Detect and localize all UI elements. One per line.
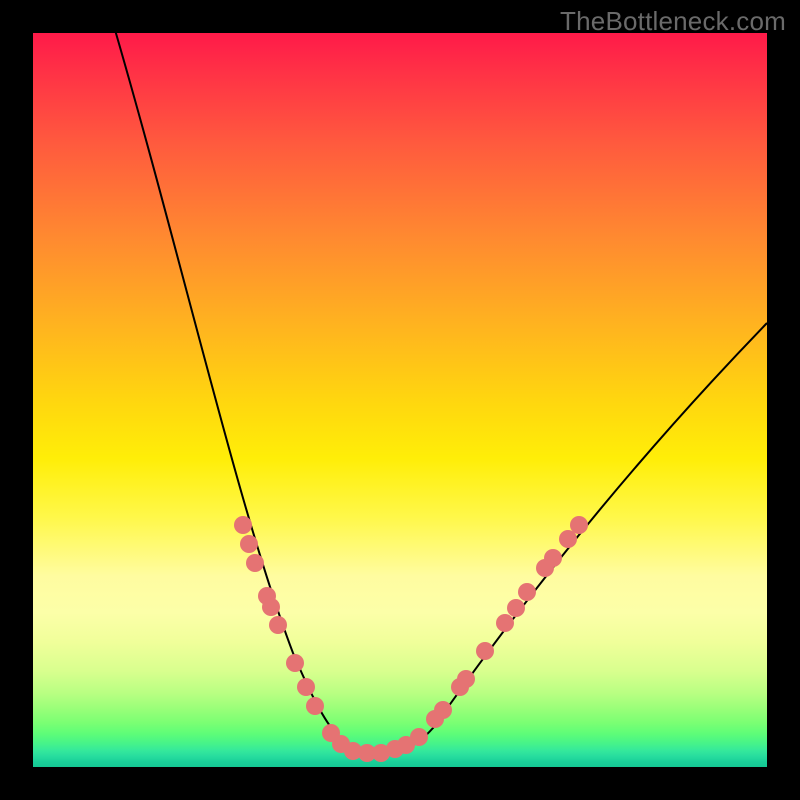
highlight-dot [234, 516, 252, 534]
highlight-dot [286, 654, 304, 672]
highlight-dot [297, 678, 315, 696]
highlight-dot [570, 516, 588, 534]
highlight-dot [544, 549, 562, 567]
highlight-dot [306, 697, 324, 715]
highlight-dot [507, 599, 525, 617]
chart-plot-area [33, 33, 767, 767]
highlight-dot [496, 614, 514, 632]
highlight-dot [262, 598, 280, 616]
bottleneck-curve [113, 23, 767, 753]
highlight-dot [434, 701, 452, 719]
highlight-dot [518, 583, 536, 601]
highlight-dot [246, 554, 264, 572]
highlight-dot [476, 642, 494, 660]
chart-svg [33, 33, 767, 767]
highlight-dot [559, 530, 577, 548]
highlight-dot [269, 616, 287, 634]
highlight-dot [410, 728, 428, 746]
highlight-dot [240, 535, 258, 553]
highlight-dot [457, 670, 475, 688]
